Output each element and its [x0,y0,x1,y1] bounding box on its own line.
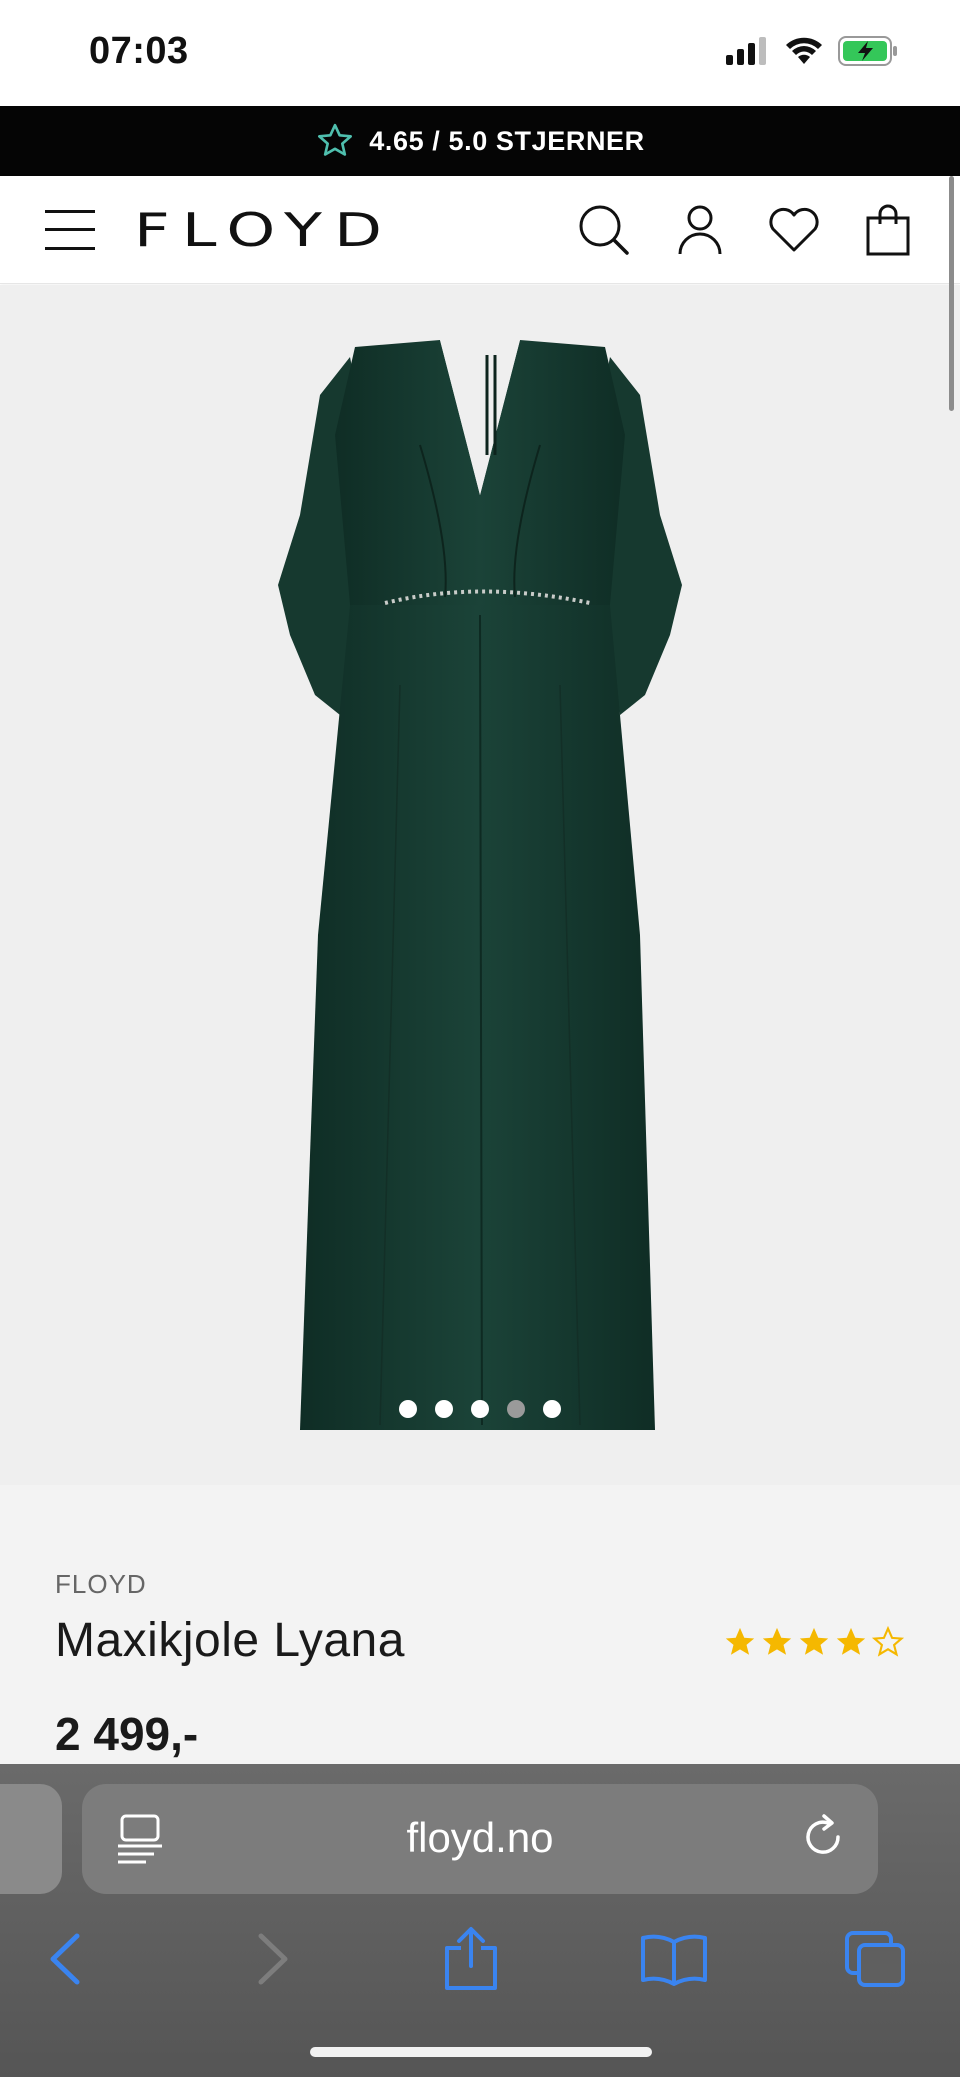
product-gallery[interactable] [0,285,960,1485]
previous-tab-preview[interactable] [0,1784,62,1894]
menu-button[interactable] [40,200,100,260]
reload-icon[interactable] [798,1812,848,1862]
shopping-bag-icon [866,204,910,256]
chevron-left-icon [50,1933,80,1985]
status-time: 07:03 [89,30,189,72]
star-filled-icon [836,1627,866,1655]
search-icon [579,205,629,255]
battery-charging-icon [838,36,897,66]
url-text[interactable]: floyd.no [82,1814,878,1862]
gallery-dots [0,1400,960,1418]
star-filled-icon [725,1627,755,1655]
browser-toolbar [0,1914,960,2004]
cart-button[interactable] [858,200,918,260]
back-button[interactable] [20,1914,110,2004]
star-outline-icon [318,123,353,156]
star-outline-icon [871,1625,905,1657]
product-rating[interactable] [723,1625,905,1659]
gallery-dot[interactable] [435,1400,453,1418]
page: 07:03 4.65 / 5.0 STJERNER FLOYD FLOYD Ma… [0,0,960,2077]
forward-button[interactable] [228,1914,318,2004]
user-icon [678,205,722,255]
status-icons [726,36,900,66]
search-button[interactable] [574,200,634,260]
bookmarks-button[interactable] [629,1914,719,2004]
address-bar[interactable]: floyd.no [82,1784,878,1894]
gallery-dot[interactable] [543,1400,561,1418]
tabs-icon [845,1931,905,1987]
gallery-dot-active[interactable] [507,1400,525,1418]
product-price: 2 499,- [55,1708,199,1760]
heart-icon [769,207,819,252]
cellular-signal-icon [726,37,766,65]
home-indicator [310,2047,652,2057]
site-logo[interactable]: FLOYD [134,203,394,257]
product-name: Maxikjole Lyana [55,1614,405,1667]
product-brand[interactable]: FLOYD [55,1569,147,1600]
wishlist-button[interactable] [764,200,824,260]
product-image[interactable] [0,285,960,1485]
wifi-icon [786,37,822,64]
share-icon [445,1927,497,1990]
browser-chrome: floyd.no [0,1764,960,2077]
chevron-right-icon [258,1933,288,1985]
promo-text: 4.65 / 5.0 STJERNER [369,125,645,156]
tabs-button[interactable] [830,1914,920,2004]
product-info: FLOYD Maxikjole Lyana 2 499,- [0,1485,960,1765]
scrollbar[interactable] [949,176,954,411]
share-button[interactable] [426,1914,516,2004]
book-icon [641,1934,707,1986]
status-bar: 07:03 [0,0,960,106]
promo-bar[interactable]: 4.65 / 5.0 STJERNER [0,106,960,176]
site-header: FLOYD [0,176,960,284]
gallery-dot[interactable] [399,1400,417,1418]
hamburger-menu-icon [45,210,95,250]
gallery-dot[interactable] [471,1400,489,1418]
star-filled-icon [799,1627,829,1655]
account-button[interactable] [670,200,730,260]
star-filled-icon [762,1627,792,1655]
